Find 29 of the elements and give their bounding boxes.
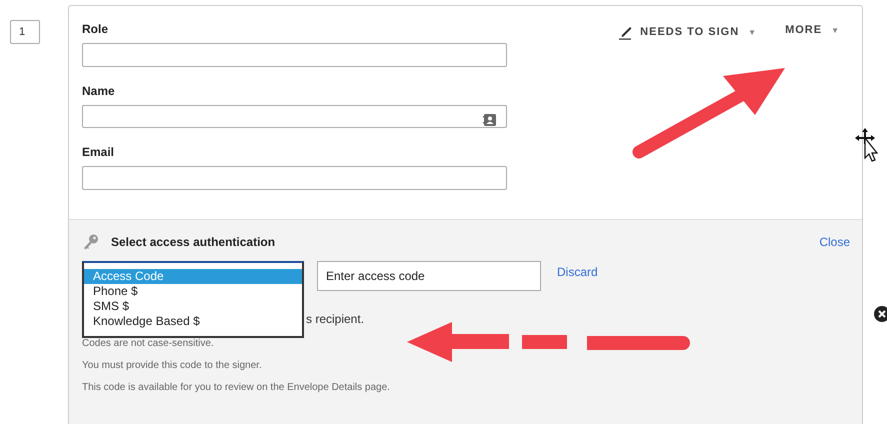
order-field[interactable]: 1 bbox=[10, 20, 40, 44]
field-label: Email bbox=[82, 145, 116, 160]
field-label: Name bbox=[82, 84, 116, 98]
input-field[interactable] bbox=[82, 104, 507, 128]
list-option[interactable]: Knowledge Based $ bbox=[84, 314, 302, 329]
menu-label: NEEDS TO SIGN bbox=[640, 26, 740, 38]
contact-card-icon[interactable] bbox=[483, 112, 497, 127]
discard-link[interactable]: Discard bbox=[557, 265, 598, 279]
note-text: Codes are not case-sensitive. bbox=[82, 338, 215, 350]
key-icon bbox=[82, 233, 100, 251]
section-title: Select access authentication bbox=[111, 235, 276, 249]
note-text: s recipient. bbox=[306, 312, 366, 328]
note-text: You must provide this code to the signer. bbox=[82, 360, 263, 372]
close-icon[interactable] bbox=[873, 305, 887, 323]
input-field[interactable] bbox=[82, 166, 507, 190]
list-option[interactable]: Phone $ bbox=[84, 284, 302, 299]
more-menu[interactable]: MORE ▼ bbox=[785, 24, 840, 36]
field-label: Role bbox=[82, 22, 110, 36]
input-field[interactable] bbox=[82, 43, 507, 67]
list-option[interactable]: SMS $ bbox=[84, 299, 302, 314]
note-text: This code is available for you to review on the Envelope Details page. bbox=[82, 382, 391, 394]
needs-to-sign-menu[interactable]: NEEDS TO SIGN ▼ bbox=[618, 24, 758, 40]
auth-method-list[interactable]: Access Code Phone $ SMS $ Knowledge Based $ bbox=[82, 261, 304, 338]
close-link[interactable]: Close bbox=[819, 235, 850, 249]
caret-icon: ▼ bbox=[831, 26, 840, 34]
menu-label: MORE bbox=[785, 24, 822, 36]
caret-icon: ▼ bbox=[748, 28, 758, 36]
pen-icon bbox=[618, 24, 634, 40]
access-code-field[interactable]: Enter access code bbox=[317, 261, 541, 291]
